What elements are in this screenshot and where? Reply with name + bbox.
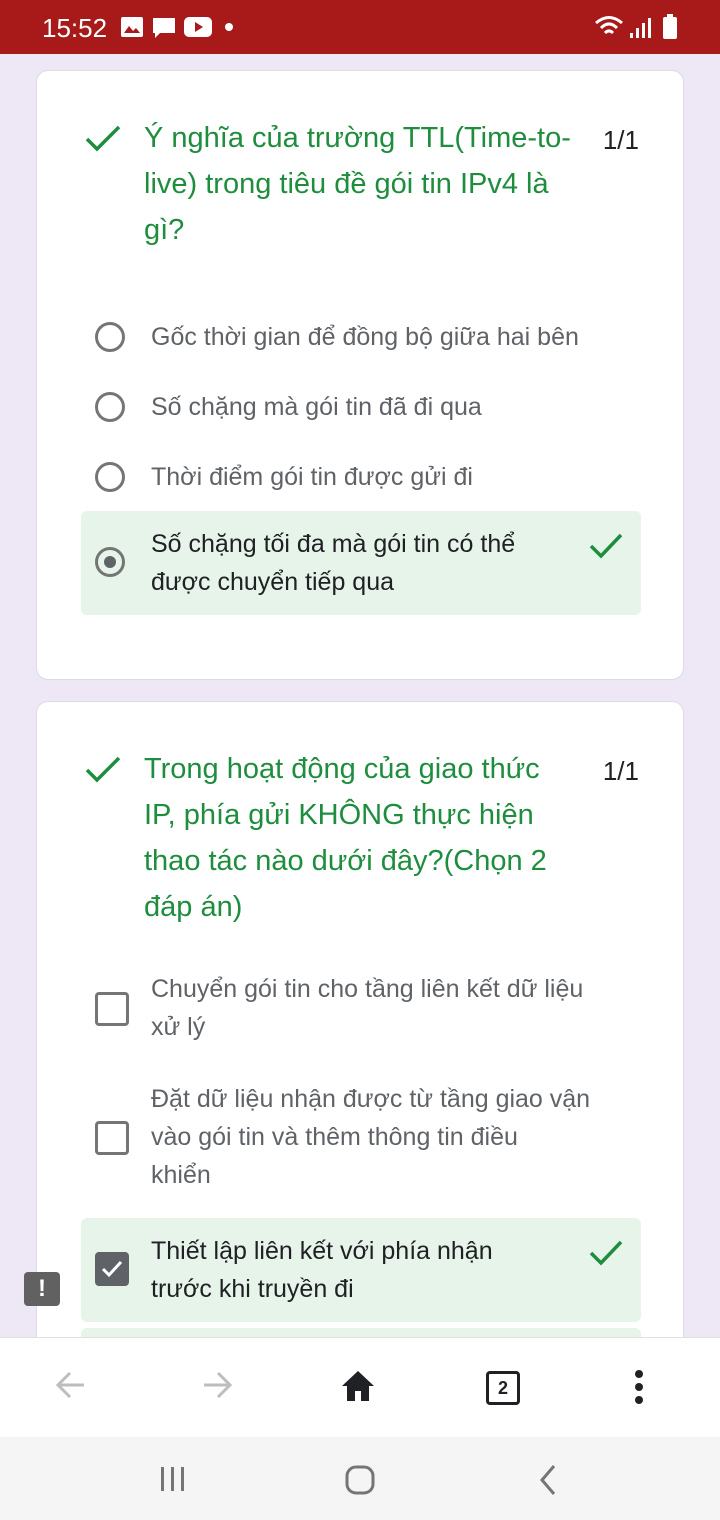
option-label: Đặt dữ liệu nhận được từ tầng giao vận v… — [151, 1080, 590, 1194]
battery-icon — [663, 14, 677, 39]
status-bar: 15:52 — [0, 0, 720, 54]
question-title: Trong hoạt động của giao thức IP, phía g… — [144, 746, 584, 930]
message-icon — [153, 18, 175, 38]
signal-icon — [630, 18, 651, 38]
wifi-icon — [595, 16, 623, 35]
question-card: Ý nghĩa của trường TTL(Time-to- live) tr… — [36, 70, 684, 680]
question-title-line: IP, phía gửi KHÔNG thực hiện — [144, 799, 534, 831]
dot-icon — [225, 23, 233, 31]
feedback-button[interactable]: ! — [24, 1272, 60, 1306]
option-label: Số chặng tối đa mà gói tin có thể được c… — [151, 525, 515, 601]
option-label: Thiết lập liên kết với phía nhận trước k… — [151, 1232, 493, 1308]
home-icon[interactable] — [340, 1369, 376, 1403]
system-navigation-bar — [0, 1437, 720, 1520]
option-label: Thời điểm gói tin được gửi đi — [151, 463, 473, 491]
checkbox[interactable] — [95, 1121, 129, 1155]
question-title-line: Trong hoạt động của giao thức — [144, 753, 540, 785]
radio-button-selected[interactable] — [95, 547, 125, 577]
option-label-line: được chuyển tiếp qua — [151, 568, 395, 596]
question-title: Ý nghĩa của trường TTL(Time-to- live) tr… — [144, 115, 584, 253]
answer-option-correct[interactable]: Số chặng tối đa mà gói tin có thể được c… — [81, 511, 641, 615]
browser-toolbar: 2 — [0, 1337, 720, 1438]
checkmark-icon — [101, 1260, 123, 1278]
answer-option[interactable]: Thời điểm gói tin được gửi đi — [81, 455, 641, 499]
checkbox[interactable] — [95, 992, 129, 1026]
question-title-line: thao tác nào dưới đây?(Chọn 2 — [144, 845, 547, 877]
gallery-icon — [121, 17, 143, 37]
correct-check-icon — [85, 125, 121, 152]
question-title-line: đáp án) — [144, 891, 243, 923]
answer-option-correct[interactable]: Thiết lập liên kết với phía nhận trước k… — [81, 1218, 641, 1322]
option-label: Số chặng mà gói tin đã đi qua — [151, 393, 482, 421]
option-label-line: trước khi truyền đi — [151, 1275, 354, 1303]
home-button-icon[interactable] — [344, 1464, 376, 1496]
back-arrow-icon[interactable] — [54, 1368, 88, 1402]
option-label-line: Chuyển gói tin cho tầng liên kết dữ liệu — [151, 975, 584, 1003]
back-button-icon[interactable] — [536, 1463, 560, 1497]
answer-option[interactable]: Số chặng mà gói tin đã đi qua — [81, 385, 641, 429]
radio-button[interactable] — [95, 322, 125, 352]
quiz-results[interactable]: Ý nghĩa của trường TTL(Time-to- live) tr… — [0, 54, 720, 1337]
option-label-line: Số chặng tối đa mà gói tin có thể — [151, 530, 516, 558]
forward-arrow-icon[interactable] — [200, 1368, 234, 1402]
checkbox-checked[interactable] — [95, 1252, 129, 1286]
question-title-line: live) trong tiêu đề gói tin IPv4 là — [144, 168, 549, 200]
radio-button[interactable] — [95, 462, 125, 492]
option-label-line: vào gói tin và thêm thông tin điều — [151, 1123, 518, 1151]
correct-check-icon — [589, 533, 623, 559]
tab-switcher-button[interactable]: 2 — [486, 1371, 520, 1405]
option-label-line: Thiết lập liên kết với phía nhận — [151, 1237, 493, 1265]
option-label: Gốc thời gian để đồng bộ giữa hai bên — [151, 323, 579, 351]
question-score: 1/1 — [602, 125, 639, 155]
correct-check-icon — [85, 756, 121, 783]
recent-apps-icon[interactable] — [158, 1465, 188, 1493]
question-title-line: Ý nghĩa của trường TTL(Time-to- — [144, 122, 571, 154]
answer-option[interactable]: Gốc thời gian để đồng bộ giữa hai bên — [81, 315, 641, 359]
answer-option[interactable]: Chuyển gói tin cho tầng liên kết dữ liệu… — [81, 968, 641, 1048]
question-score: 1/1 — [602, 756, 639, 786]
question-title-line: gì? — [144, 214, 185, 246]
youtube-icon — [184, 17, 212, 37]
answer-option[interactable]: Đặt dữ liệu nhận được từ tầng giao vận v… — [81, 1079, 641, 1195]
option-label-line: khiển — [151, 1161, 211, 1189]
status-time: 15:52 — [42, 13, 108, 43]
question-card: Trong hoạt động của giao thức IP, phía g… — [36, 701, 684, 1337]
more-menu-icon[interactable] — [630, 1368, 648, 1406]
answer-option-correct[interactable] — [81, 1328, 641, 1337]
radio-button[interactable] — [95, 392, 125, 422]
option-label-line: xử lý — [151, 1013, 206, 1041]
option-label-line: Đặt dữ liệu nhận được từ tầng giao vận — [151, 1085, 591, 1113]
option-label: Chuyển gói tin cho tầng liên kết dữ liệu… — [151, 970, 583, 1046]
correct-check-icon — [589, 1240, 623, 1266]
